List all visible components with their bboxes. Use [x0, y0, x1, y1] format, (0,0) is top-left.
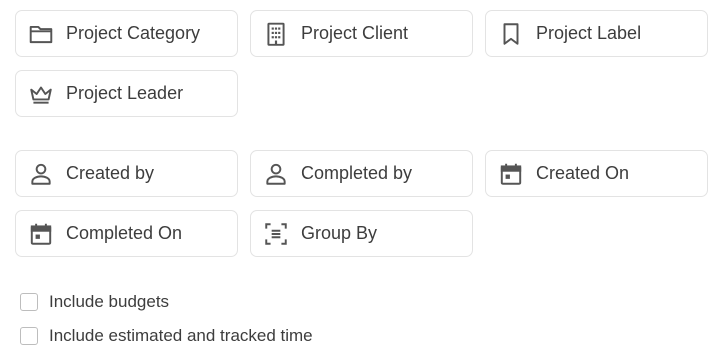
include-time-option[interactable]: Include estimated and tracked time: [20, 326, 313, 346]
folder-icon: [28, 21, 54, 47]
include-budgets-option[interactable]: Include budgets: [20, 292, 169, 312]
completed-by-button[interactable]: Completed by: [250, 150, 473, 197]
group-by-label: Group By: [301, 223, 378, 243]
crown-icon: [28, 81, 54, 107]
include-budgets-checkbox[interactable]: [20, 293, 38, 311]
created-on-button[interactable]: Created On: [485, 150, 708, 197]
created-by-label: Created by: [66, 163, 155, 183]
project-label-label: Project Label: [536, 23, 642, 43]
created-by-button[interactable]: Created by: [15, 150, 238, 197]
include-time-checkbox[interactable]: [20, 327, 38, 345]
person-icon: [263, 161, 289, 187]
created-on-label: Created On: [536, 163, 630, 183]
project-category-label: Project Category: [66, 23, 201, 43]
include-time-label: Include estimated and tracked time: [49, 326, 313, 345]
group-by-icon: [263, 221, 289, 247]
project-category-button[interactable]: Project Category: [15, 10, 238, 57]
building-icon: [263, 21, 289, 47]
project-label-button[interactable]: Project Label: [485, 10, 708, 57]
completed-by-label: Completed by: [301, 163, 413, 183]
project-client-label: Project Client: [301, 23, 409, 43]
project-client-button[interactable]: Project Client: [250, 10, 473, 57]
group-by-button[interactable]: Group By: [250, 210, 473, 257]
calendar-icon: [28, 221, 54, 247]
bookmark-icon: [498, 21, 524, 47]
completed-on-button[interactable]: Completed On: [15, 210, 238, 257]
project-leader-label: Project Leader: [66, 83, 184, 103]
person-icon: [28, 161, 54, 187]
completed-on-label: Completed On: [66, 223, 183, 243]
project-leader-button[interactable]: Project Leader: [15, 70, 238, 117]
include-budgets-label: Include budgets: [49, 292, 170, 311]
calendar-icon: [498, 161, 524, 187]
